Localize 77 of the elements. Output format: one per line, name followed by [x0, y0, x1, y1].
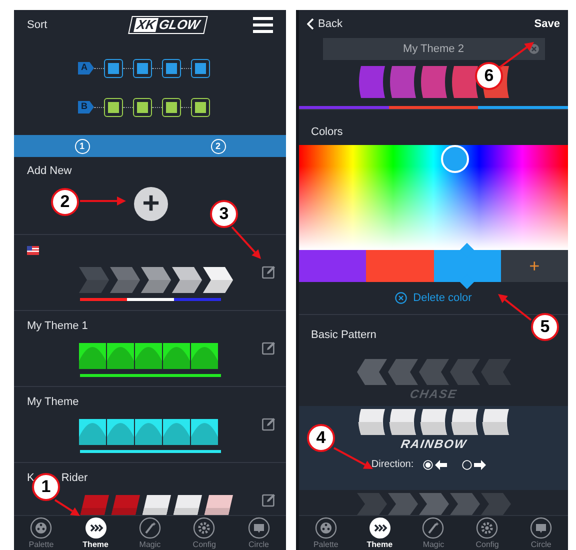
close-icon	[395, 292, 408, 304]
tab-button[interactable]: Palette	[302, 516, 350, 550]
tab-button[interactable]: Circle	[517, 516, 566, 550]
pattern-segment	[388, 493, 418, 515]
arrow	[498, 294, 532, 321]
gear-icon	[193, 516, 216, 538]
radio-button[interactable]	[422, 460, 433, 470]
tab-button[interactable]: Theme	[356, 516, 404, 550]
chat-icon	[530, 516, 552, 538]
edit-icon	[262, 417, 276, 431]
tab-button[interactable]: Magic	[126, 516, 174, 550]
section-label: Add New	[27, 164, 73, 179]
name-field[interactable]: My Theme 2	[322, 38, 544, 60]
edit-button[interactable]	[262, 417, 276, 431]
left-arrow-icon	[434, 460, 447, 470]
theme-name: My Theme	[27, 394, 79, 410]
pattern-segment	[356, 359, 386, 385]
menu-icon	[253, 17, 273, 33]
picker-handle[interactable]	[441, 145, 469, 173]
edit-button[interactable]	[262, 493, 276, 507]
right-arrow-icon	[474, 460, 486, 470]
save-button[interactable]: Save	[534, 16, 560, 32]
direction-label: Direction:	[371, 458, 414, 472]
gear-icon	[476, 516, 498, 538]
arrow	[80, 196, 126, 206]
channel-tag: A	[78, 62, 94, 74]
theme-name: Rider	[61, 470, 88, 486]
add-color-button[interactable]: +	[500, 250, 568, 282]
theme-name: My Theme 1	[27, 318, 88, 334]
edit-button[interactable]	[262, 341, 276, 355]
section-label: Colors	[311, 124, 343, 140]
tab-button[interactable]: Config	[180, 516, 228, 550]
color-spectrum[interactable]	[299, 145, 568, 250]
pattern-segment	[450, 493, 480, 515]
pattern-segment	[450, 359, 480, 385]
tab-button[interactable]: Config	[463, 516, 512, 550]
section-label: Basic Pattern	[311, 328, 376, 344]
pattern-segment	[356, 409, 386, 435]
pattern-segment	[418, 409, 448, 435]
wand-icon	[138, 516, 161, 538]
zone-tab[interactable]: 2	[210, 138, 226, 154]
tab-button[interactable]: Palette	[17, 516, 66, 550]
pattern-segment	[450, 409, 480, 435]
pattern-segment	[418, 493, 448, 515]
theme-name: K	[27, 470, 34, 486]
pattern-name: CHASE	[408, 387, 458, 402]
pattern-segment	[388, 359, 418, 385]
arrow	[231, 226, 261, 259]
add-button[interactable]: +	[134, 186, 168, 220]
edit-icon	[262, 265, 276, 279]
pattern-segment	[418, 359, 448, 385]
tab-button[interactable]: Circle	[234, 516, 283, 550]
tab-button[interactable]: Theme	[72, 516, 120, 550]
sort-button[interactable]: Sort	[27, 16, 48, 34]
logo: XKGLOW	[128, 16, 208, 34]
arrow	[499, 42, 534, 68]
channel-tag: B	[78, 100, 94, 114]
edit-icon	[262, 493, 276, 507]
back-button[interactable]: Back	[307, 16, 342, 32]
edit-button[interactable]	[262, 265, 276, 279]
pattern-segment	[388, 409, 418, 435]
pattern-option[interactable]: CHASE	[299, 356, 568, 406]
zone-tab[interactable]: 1	[74, 138, 90, 154]
arrow	[54, 499, 80, 516]
delete-color-button[interactable]: Delete color	[395, 290, 472, 306]
back-icon	[307, 18, 314, 30]
chat-icon	[248, 516, 270, 538]
pattern-name: RAINBOW	[399, 437, 468, 452]
tab-button[interactable]: Magic	[409, 516, 458, 550]
arrow	[334, 447, 373, 469]
pattern-segment	[480, 409, 510, 435]
color-slot[interactable]	[299, 250, 366, 282]
radio-button[interactable]	[462, 460, 472, 470]
pattern-segment	[480, 359, 510, 385]
wand-icon	[422, 516, 444, 538]
color-slot[interactable]	[366, 250, 434, 282]
edit-icon	[262, 341, 276, 355]
